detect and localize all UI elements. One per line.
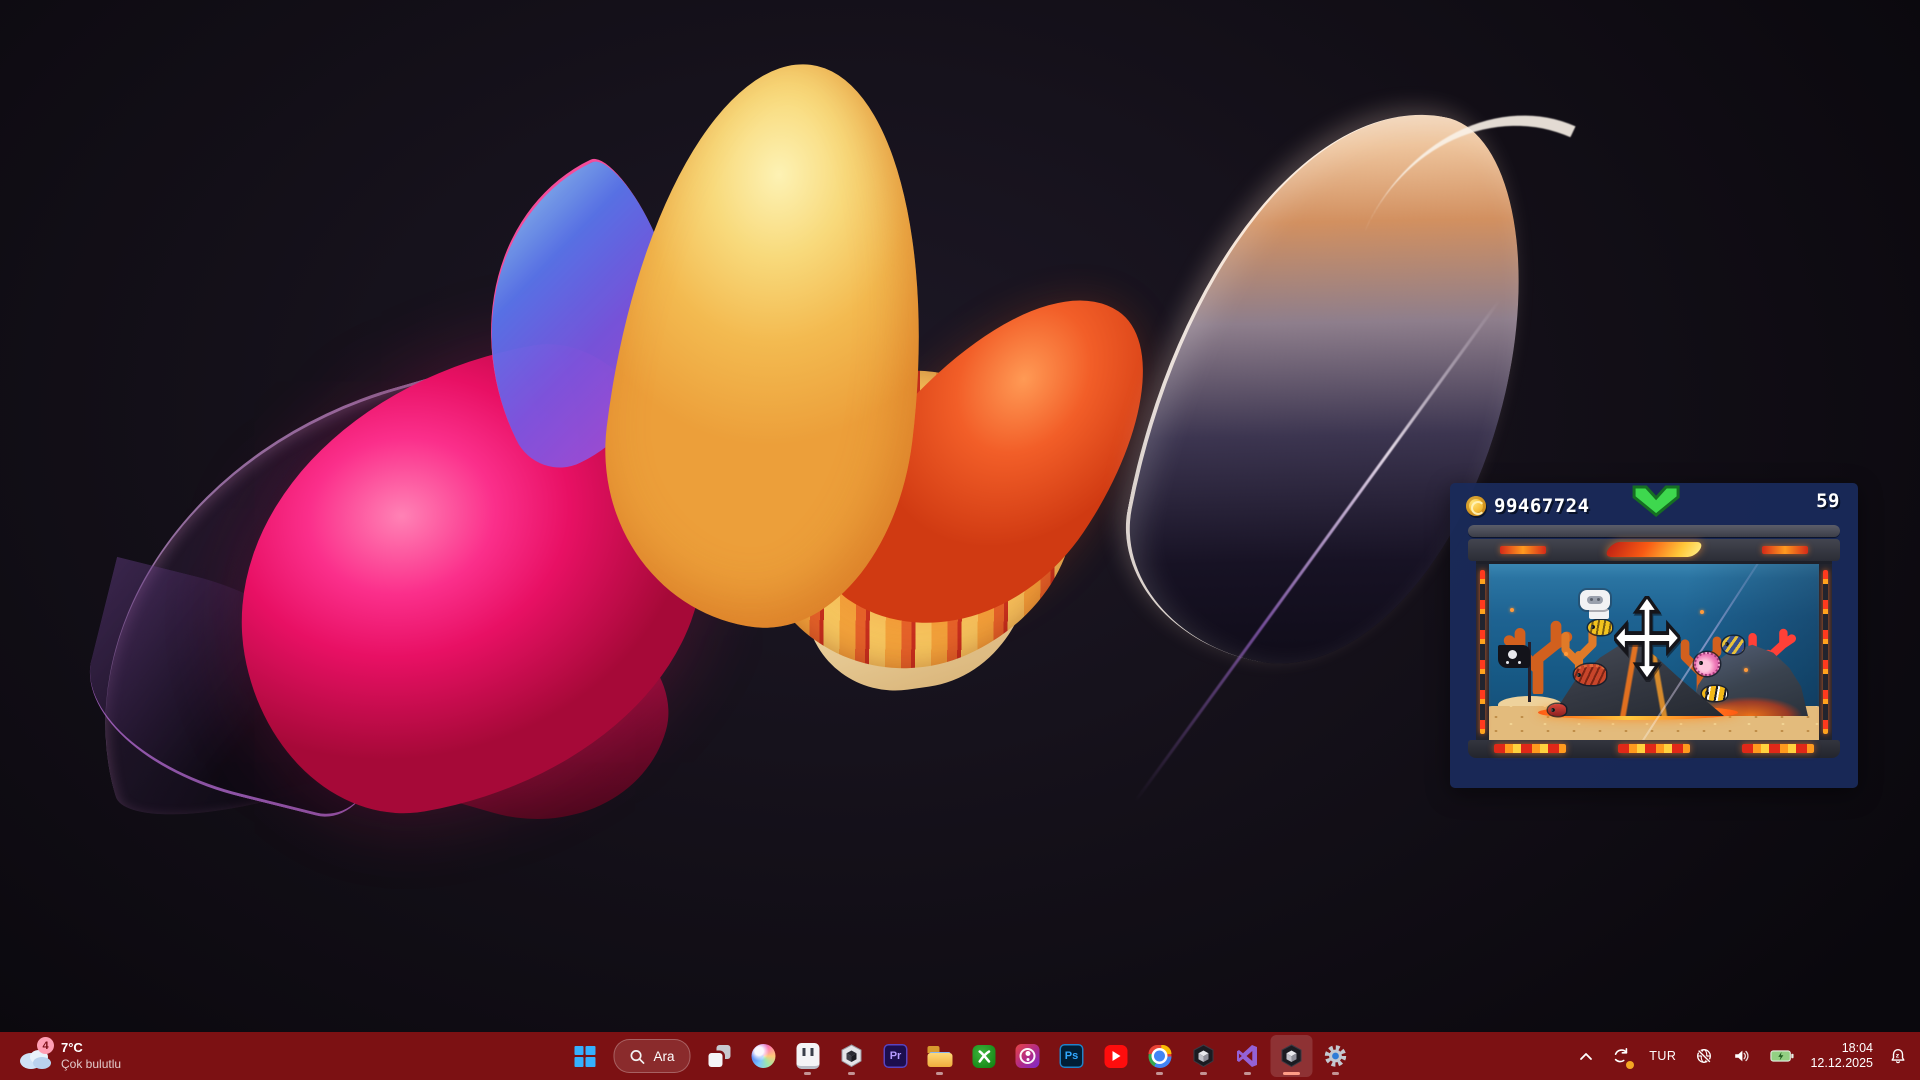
- bell-dnd-icon: z: [1891, 1049, 1905, 1064]
- tank-lid: [1468, 525, 1840, 561]
- copilot-icon: [751, 1044, 776, 1068]
- pixel-game-icon: [796, 1043, 820, 1069]
- aquarium-header: 99467724 59: [1450, 483, 1858, 523]
- visual-studio-icon: [1237, 1045, 1258, 1067]
- clock-time: 18:04: [1841, 1041, 1873, 1055]
- weather-temperature: 7°C: [61, 1040, 83, 1055]
- sync-alert-dot: [1626, 1061, 1635, 1069]
- thought-bubble-controller-icon: [1580, 590, 1610, 610]
- particle: [1564, 652, 1568, 656]
- unity-editor-active-button[interactable]: [1270, 1035, 1313, 1077]
- unity-active-icon: [1281, 1044, 1302, 1068]
- battery-charging-icon: [1770, 1050, 1794, 1062]
- battery-tray-icon[interactable]: [1767, 1046, 1797, 1066]
- fish-lionfish: [1574, 664, 1606, 685]
- profile-app-icon: [1015, 1044, 1040, 1068]
- lava-chip: [1762, 546, 1808, 554]
- move-cursor-icon: [1614, 596, 1680, 680]
- fish-pufferfish: [1694, 652, 1720, 676]
- pirate-flag: [1498, 645, 1530, 668]
- fish-angelfish: [1722, 636, 1744, 654]
- premiere-pro-button[interactable]: Pr: [875, 1035, 917, 1077]
- svg-text:z: z: [1895, 1052, 1899, 1059]
- fish-count: 59: [1816, 490, 1840, 512]
- unity-hub-icon: [841, 1044, 862, 1068]
- tank-base: [1468, 740, 1840, 758]
- clock[interactable]: 18:04 12.12.2025: [1810, 1041, 1873, 1071]
- chevron-up-icon: [1580, 1053, 1593, 1060]
- lava-chip: [1500, 546, 1546, 554]
- cloud-icon: 4: [18, 1037, 54, 1071]
- task-view-button[interactable]: [699, 1035, 741, 1077]
- system-tray: TUR 18:04 12.12.2025 z: [1576, 1032, 1910, 1080]
- particle: [1700, 610, 1704, 614]
- particle: [1744, 668, 1748, 672]
- network-tray-icon[interactable]: [1692, 1044, 1716, 1068]
- notifications-bell[interactable]: z: [1886, 1044, 1910, 1068]
- tank-post-right: [1819, 564, 1832, 740]
- unity-icon: [1193, 1044, 1214, 1068]
- tank-post-left: [1476, 564, 1489, 740]
- chevron-down-icon[interactable]: [1630, 485, 1682, 517]
- aquarium-widget[interactable]: 99467724 59: [1450, 483, 1858, 788]
- language-indicator[interactable]: TUR: [1646, 1046, 1679, 1066]
- file-explorer-button[interactable]: [919, 1035, 961, 1077]
- taskbar: 4 7°C Çok bulutlu Ara Pr Ps TUR 18:04 12…: [0, 1032, 1920, 1080]
- weather-widget[interactable]: 4 7°C Çok bulutlu: [8, 1032, 131, 1080]
- pixel-game-button[interactable]: [787, 1035, 829, 1077]
- gear-icon: [1324, 1044, 1348, 1068]
- xbox-button[interactable]: [963, 1035, 1005, 1077]
- desktop: 99467724 59 4 7°C Çok bulutlu Ara Pr Ps …: [0, 0, 1920, 1080]
- fish-red-small: [1548, 704, 1566, 716]
- unity-hub-button[interactable]: [831, 1035, 873, 1077]
- coin-count: 99467724: [1494, 495, 1590, 517]
- fish-yellow-tang: [1588, 620, 1612, 635]
- visual-studio-button[interactable]: [1227, 1035, 1269, 1077]
- photoshop-icon: Ps: [1059, 1044, 1084, 1068]
- start-button[interactable]: [563, 1035, 605, 1077]
- settings-button[interactable]: [1315, 1035, 1357, 1077]
- hidden-icons-chevron[interactable]: [1576, 1048, 1596, 1064]
- search-input[interactable]: Ara: [613, 1039, 691, 1073]
- particle: [1510, 608, 1514, 612]
- windows-logo-icon: [573, 1045, 595, 1067]
- task-view-icon: [708, 1045, 731, 1067]
- volume-tray-icon[interactable]: [1729, 1044, 1754, 1068]
- unity-editor-button[interactable]: [1183, 1035, 1225, 1077]
- fish-clownfish: [1702, 686, 1727, 701]
- premiere-pro-icon: Pr: [883, 1044, 908, 1068]
- taskbar-center: Ara Pr Ps: [563, 1032, 1356, 1080]
- copilot-button[interactable]: [743, 1035, 785, 1077]
- weather-condition: Çok bulutlu: [61, 1057, 122, 1071]
- globe-offline-icon: [1697, 1049, 1712, 1063]
- volume-icon: [1735, 1050, 1749, 1062]
- sync-tray-icon[interactable]: [1609, 1044, 1635, 1069]
- fish-tank: [1476, 561, 1832, 740]
- chrome-icon: [1148, 1044, 1172, 1068]
- xbox-icon: [972, 1044, 996, 1068]
- folder-icon: [927, 1045, 953, 1067]
- search-label: Ara: [653, 1048, 675, 1064]
- clock-date: 12.12.2025: [1810, 1056, 1873, 1070]
- youtube-button[interactable]: [1095, 1035, 1137, 1077]
- profile-app-button[interactable]: [1007, 1035, 1049, 1077]
- youtube-icon: [1104, 1044, 1128, 1068]
- chrome-button[interactable]: [1139, 1035, 1181, 1077]
- search-icon: [630, 1049, 645, 1064]
- weather-badge: 4: [37, 1037, 54, 1054]
- lava-streak-icon: [1603, 542, 1705, 557]
- photoshop-button[interactable]: Ps: [1051, 1035, 1093, 1077]
- coin-icon: [1466, 496, 1486, 516]
